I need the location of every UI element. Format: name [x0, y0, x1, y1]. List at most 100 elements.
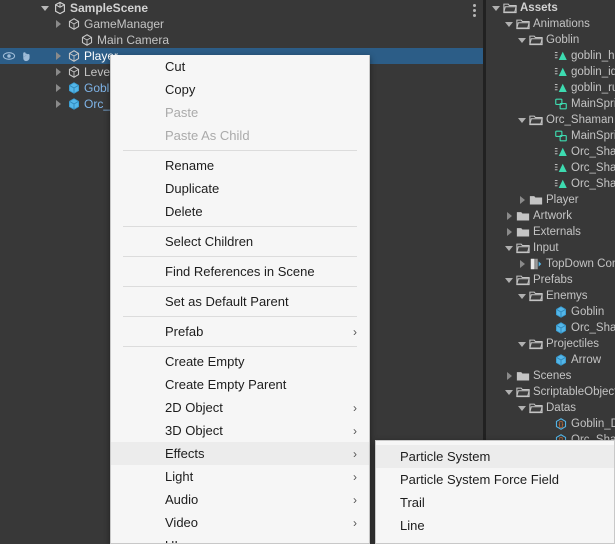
context-menu-item: Paste As Child [111, 124, 369, 147]
project-twisty[interactable] [541, 416, 553, 432]
context-menu-item[interactable]: Select Children [111, 230, 369, 253]
context-menu-item[interactable]: Effects › [111, 442, 369, 465]
project-twisty[interactable] [541, 320, 553, 336]
project-twisty[interactable] [503, 208, 515, 224]
project-row[interactable]: Enemys [486, 288, 615, 304]
project-twisty[interactable] [503, 240, 515, 256]
hierarchy-twisty[interactable] [52, 48, 65, 64]
submenu-item[interactable]: Trail [376, 491, 614, 514]
project-twisty[interactable] [503, 272, 515, 288]
project-twisty[interactable] [503, 16, 515, 32]
project-row-label: Player [546, 194, 579, 206]
project-row[interactable]: Artwork [486, 208, 615, 224]
project-twisty[interactable] [516, 288, 528, 304]
hierarchy-context-menu[interactable]: Cut Copy Paste Paste As Child Rename Duplicat… [110, 55, 370, 544]
project-twisty[interactable] [503, 368, 515, 384]
context-menu-item[interactable]: Copy [111, 78, 369, 101]
pickability-hand-icon[interactable] [18, 48, 36, 64]
project-twisty[interactable] [541, 64, 553, 80]
hierarchy-twisty[interactable] [52, 16, 65, 32]
project-row[interactable]: Prefabs [486, 272, 615, 288]
effects-submenu[interactable]: Particle System Particle System Force Fie… [375, 440, 615, 544]
project-twisty[interactable] [516, 336, 528, 352]
project-twisty[interactable] [541, 80, 553, 96]
context-menu-item[interactable]: 3D Object › [111, 419, 369, 442]
project-twisty[interactable] [503, 384, 515, 400]
hierarchy-twisty[interactable] [52, 80, 65, 96]
context-menu-item[interactable]: 2D Object › [111, 396, 369, 419]
project-twisty[interactable] [541, 176, 553, 192]
visibility-eye-icon[interactable] [0, 48, 18, 64]
submenu-item[interactable]: Line [376, 514, 614, 537]
hierarchy-row[interactable]: SampleScene [0, 0, 484, 16]
project-row[interactable]: Datas [486, 400, 615, 416]
gameobject-icon [65, 64, 82, 80]
project-row[interactable]: Goblin [486, 304, 615, 320]
hierarchy-row[interactable]: Main Camera [0, 32, 484, 48]
project-twisty[interactable] [503, 224, 515, 240]
project-row[interactable]: goblin_hit [486, 48, 615, 64]
context-menu-item[interactable]: Prefab › [111, 320, 369, 343]
project-row[interactable]: Goblin [486, 32, 615, 48]
folder-open-icon [515, 384, 531, 400]
project-twisty[interactable] [541, 128, 553, 144]
project-row[interactable]: Animations [486, 16, 615, 32]
project-twisty[interactable] [516, 256, 528, 272]
project-twisty[interactable] [541, 144, 553, 160]
context-menu-item[interactable]: Cut [111, 55, 369, 78]
project-row-label: Goblin [571, 306, 605, 318]
project-row[interactable]: TopDown Controls [486, 256, 615, 272]
hierarchy-twisty[interactable] [65, 32, 78, 48]
context-menu-item[interactable]: Delete [111, 200, 369, 223]
project-row[interactable]: MainSprite [486, 128, 615, 144]
submenu-item[interactable]: Particle System Force Field [376, 468, 614, 491]
context-menu-item[interactable]: Rename [111, 154, 369, 177]
project-row[interactable]: Arrow [486, 352, 615, 368]
hierarchy-twisty[interactable] [52, 64, 65, 80]
project-row-label: Arrow [571, 354, 602, 366]
project-row[interactable]: Externals [486, 224, 615, 240]
context-menu-item[interactable]: Set as Default Parent [111, 290, 369, 313]
project-row[interactable]: Projectiles [486, 336, 615, 352]
project-row[interactable]: Orc_Shaman_run [486, 176, 615, 192]
project-twisty[interactable] [541, 160, 553, 176]
context-menu-item[interactable]: Video › [111, 511, 369, 534]
project-twisty[interactable] [541, 96, 553, 112]
hierarchy-twisty[interactable] [52, 96, 65, 112]
project-row[interactable]: Orc_Shaman_idle [486, 160, 615, 176]
folder-open-icon [528, 336, 544, 352]
project-twisty[interactable] [516, 192, 528, 208]
project-row[interactable]: goblin_idle [486, 64, 615, 80]
chevron-right-icon: › [353, 423, 357, 438]
context-menu-item[interactable]: Create Empty Parent [111, 373, 369, 396]
project-row[interactable]: Input [486, 240, 615, 256]
context-menu-item[interactable]: Find References in Scene [111, 260, 369, 283]
project-twisty[interactable] [516, 400, 528, 416]
project-row[interactable]: {} Goblin_Data [486, 416, 615, 432]
context-menu-item[interactable]: Light › [111, 465, 369, 488]
hierarchy-row[interactable]: GameManager [0, 16, 484, 32]
project-row[interactable]: goblin_run [486, 80, 615, 96]
project-row[interactable]: Orc_Shaman [486, 112, 615, 128]
animation-clip-icon [553, 64, 569, 80]
project-row[interactable]: Player [486, 192, 615, 208]
submenu-item[interactable]: Particle System [376, 445, 614, 468]
context-menu-item[interactable]: Create Empty [111, 350, 369, 373]
project-twisty[interactable] [541, 304, 553, 320]
project-twisty[interactable] [541, 352, 553, 368]
project-row[interactable]: Orc_Shaman_hit [486, 144, 615, 160]
project-twisty[interactable] [516, 112, 528, 128]
project-row[interactable]: Orc_Shaman [486, 320, 615, 336]
context-menu-item[interactable]: Audio › [111, 488, 369, 511]
project-twisty[interactable] [490, 0, 502, 16]
project-row[interactable]: Assets [486, 0, 615, 16]
unity-editor-window: SampleScene GameManager Main Camera Player L… [0, 0, 615, 544]
context-menu-item[interactable]: UI › [111, 534, 369, 543]
project-row[interactable]: ScriptableObjects [486, 384, 615, 400]
project-row[interactable]: MainSprite [486, 96, 615, 112]
context-menu-item[interactable]: Duplicate [111, 177, 369, 200]
project-twisty[interactable] [541, 48, 553, 64]
hierarchy-twisty[interactable] [38, 0, 51, 16]
project-twisty[interactable] [516, 32, 528, 48]
project-row[interactable]: Scenes [486, 368, 615, 384]
